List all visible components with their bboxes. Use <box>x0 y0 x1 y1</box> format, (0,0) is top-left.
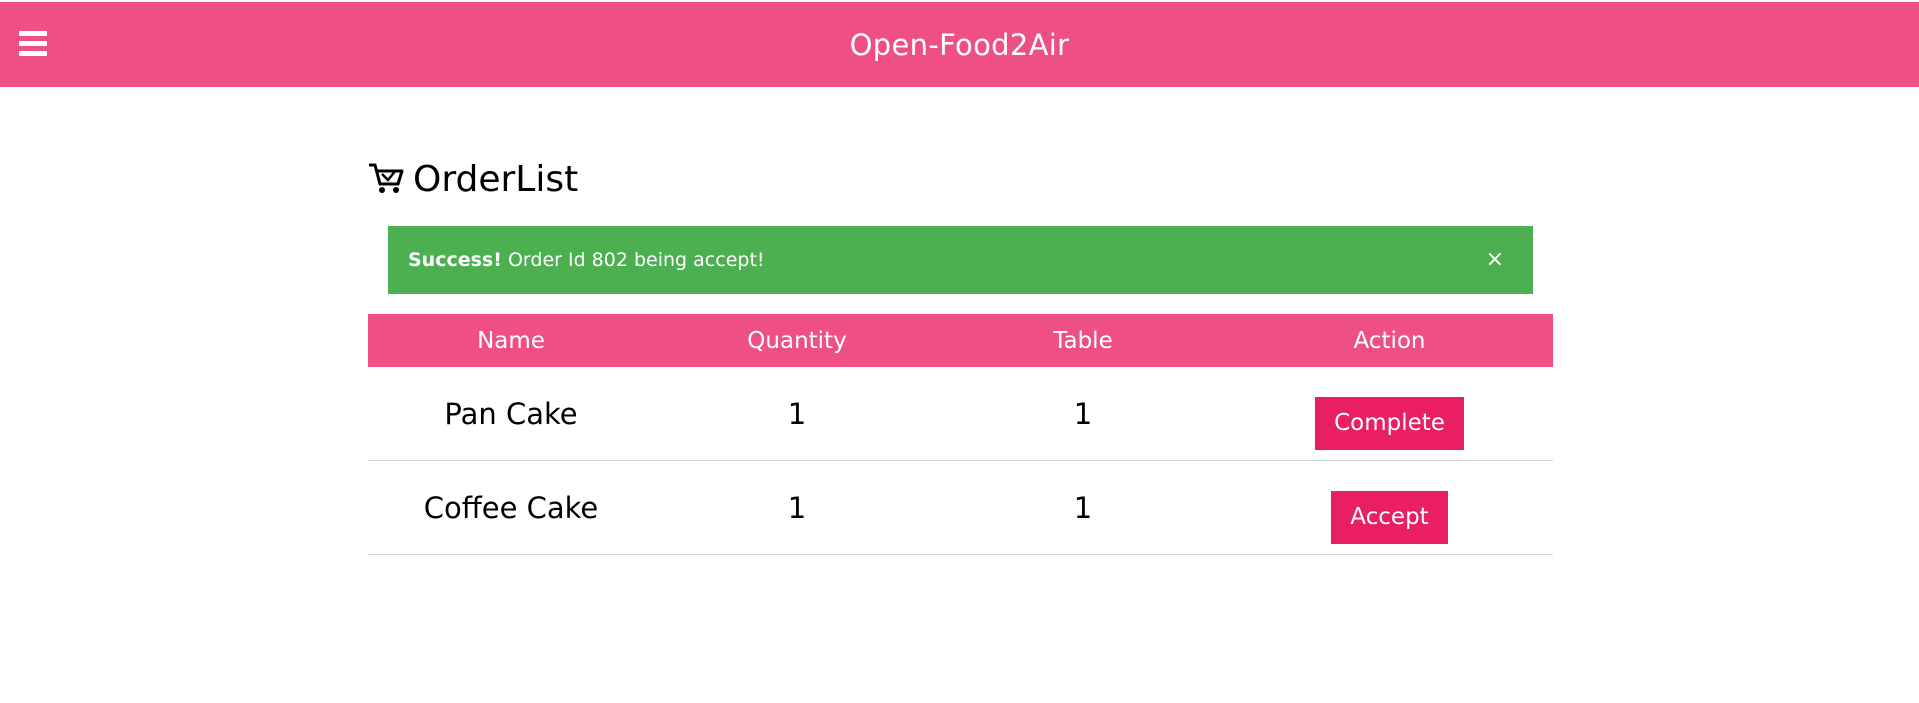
order-action-cell: Complete <box>1226 367 1553 461</box>
shopping-cart-icon <box>369 163 404 193</box>
order-table-number: 1 <box>940 460 1226 555</box>
alert-text: Order Id 802 being accept! <box>501 249 765 271</box>
top-app-bar: Open-Food2Air <box>0 2 1919 87</box>
order-quantity: 1 <box>654 367 940 461</box>
close-icon[interactable]: × <box>1486 249 1504 271</box>
column-header-action: Action <box>1226 314 1553 367</box>
column-header-quantity: Quantity <box>654 314 940 367</box>
column-header-name: Name <box>368 314 654 367</box>
alert-strong-text: Success! <box>408 249 502 271</box>
order-name: Coffee Cake <box>368 460 654 555</box>
order-name: Pan Cake <box>368 367 654 461</box>
order-quantity: 1 <box>654 460 940 555</box>
app-title: Open-Food2Air <box>849 28 1070 62</box>
success-alert: Success! Order Id 802 being accept! × <box>388 226 1533 294</box>
page-title-text: OrderList <box>413 158 579 200</box>
column-header-table: Table <box>940 314 1226 367</box>
accept-button[interactable]: Accept <box>1331 491 1448 544</box>
table-row: Pan Cake 1 1 Complete <box>368 367 1553 461</box>
complete-button[interactable]: Complete <box>1315 397 1464 450</box>
alert-message: Success! Order Id 802 being accept! <box>408 249 765 271</box>
table-header-row: Name Quantity Table Action <box>368 314 1553 367</box>
page-title: OrderList <box>368 156 578 202</box>
order-table: Name Quantity Table Action Pan Cake 1 1 … <box>368 314 1553 555</box>
order-table-number: 1 <box>940 367 1226 461</box>
table-row: Coffee Cake 1 1 Accept <box>368 460 1553 555</box>
order-action-cell: Accept <box>1226 460 1553 555</box>
